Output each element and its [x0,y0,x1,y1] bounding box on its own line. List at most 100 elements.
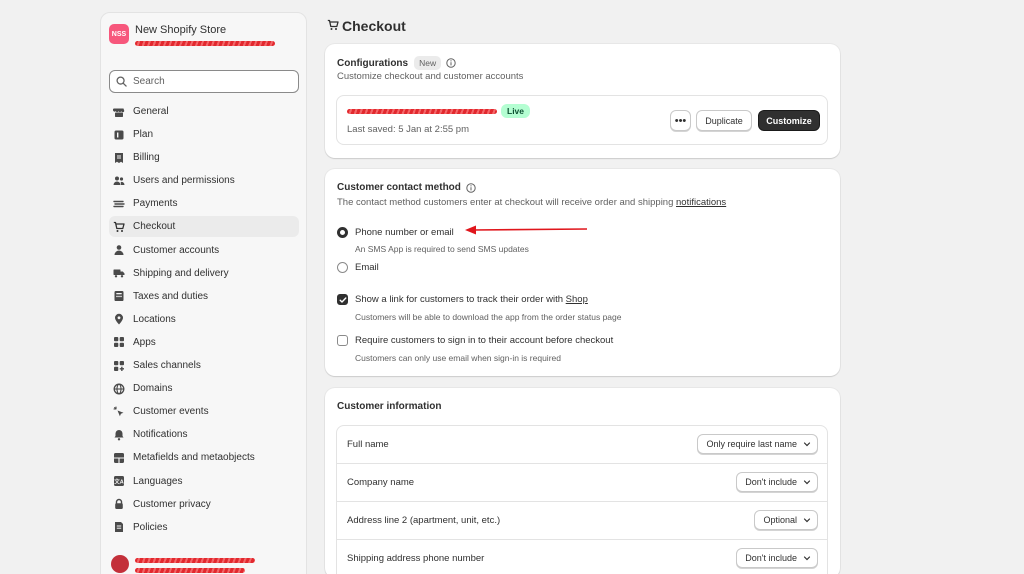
configurations-subtitle: Customize checkout and customer accounts [337,71,524,82]
more-actions-button[interactable]: ••• [670,110,691,131]
sidebar-item-label: Notifications [133,429,188,441]
sidebar-item-customer-privacy[interactable]: Customer privacy [109,494,299,515]
sidebar-item-users[interactable]: Users and permissions [109,170,299,191]
sidebar-item-label: Locations [133,313,176,325]
sidebar-item-languages[interactable]: 文A Languages [109,471,299,492]
list-item: Company name Don't include [337,464,827,502]
lock-icon [113,498,125,510]
page-title-text: Checkout [342,18,406,34]
checkbox-track-order-shop[interactable]: Show a link for customers to track their… [337,294,588,305]
sidebar-item-label: Taxes and duties [133,290,209,302]
checkbox-helper-text: Customers will be able to download the a… [355,312,622,322]
page-title: Checkout [327,18,406,34]
description-text: The contact method customers enter at ch… [337,197,677,208]
address-line-2-select[interactable]: Optional [754,510,818,530]
store-icon [113,106,125,118]
settings-search[interactable] [109,70,299,93]
radio-button[interactable] [337,262,348,273]
store-badge: NSS [109,24,129,44]
sidebar-item-label: Domains [133,383,173,395]
shipping-phone-select[interactable]: Don't include [736,548,818,568]
sidebar-item-domains[interactable]: Domains [109,378,299,399]
info-icon[interactable] [466,182,476,193]
customer-information-card: Customer information Full name Only requ… [325,388,840,574]
sidebar-item-taxes[interactable]: Taxes and duties [109,286,299,307]
truck-icon [113,267,125,279]
checkbox-label-text: Show a link for customers to track their… [355,294,566,305]
contact-method-title-text: Customer contact method [337,182,461,193]
sidebar-item-label: Billing [133,152,160,164]
sidebar-item-billing[interactable]: Billing [109,147,299,168]
radio-helper-text: An SMS App is required to send SMS updat… [355,244,529,254]
customize-button[interactable]: Customize [758,110,820,131]
sidebar-item-label: Languages [133,475,183,487]
channels-icon [113,360,125,372]
status-badge: Live [501,104,531,118]
sidebar-item-policies[interactable]: Policies [109,517,299,538]
field-label: Full name [347,439,389,450]
sidebar-item-label: Apps [133,336,156,348]
sidebar-item-label: Checkout [133,221,176,233]
person-icon [113,244,125,256]
sidebar-item-label: Users and permissions [133,175,235,187]
cart-icon [113,221,125,233]
sidebar-item-notifications[interactable]: Notifications [109,424,299,445]
sidebar-item-general[interactable]: General [109,101,299,122]
account-menu[interactable] [111,553,270,574]
checkbox[interactable] [337,335,348,346]
annotation-arrow-icon [465,225,588,235]
taxes-icon [113,290,125,302]
configurations-title: Configurations New [337,56,456,70]
radio-button-selected[interactable] [337,227,348,238]
checkmark-icon [339,296,346,303]
select-value: Don't include [745,553,797,563]
chevron-down-icon [803,478,811,486]
sidebar-item-sales-channels[interactable]: Sales channels [109,355,299,376]
sidebar-item-plan[interactable]: Plan [109,124,299,145]
checkbox-require-sign-in[interactable]: Require customers to sign in to their ac… [337,335,613,346]
settings-sidebar: NSS New Shopify Store General Plan Billi… [100,12,307,574]
sidebar-item-payments[interactable]: Payments [109,193,299,214]
duplicate-button[interactable]: Duplicate [696,110,752,131]
select-value: Optional [763,515,797,525]
company-name-select[interactable]: Don't include [736,472,818,492]
settings-nav: General Plan Billing Users and permissio… [109,101,299,540]
radio-phone-or-email[interactable]: Phone number or email [337,227,454,238]
configuration-item: Live Last saved: 5 Jan at 2:55 pm ••• Du… [336,95,828,145]
payments-icon [113,198,125,210]
sidebar-item-shipping[interactable]: Shipping and delivery [109,263,299,284]
sidebar-item-label: Plan [133,129,154,141]
checkbox-checked[interactable] [337,294,348,305]
metafields-icon [113,452,125,464]
list-item: Full name Only require last name [337,426,827,464]
list-item: Address line 2 (apartment, unit, etc.) O… [337,502,827,540]
sidebar-item-label: Sales channels [133,360,201,372]
bell-icon [113,429,125,441]
shop-link[interactable]: Shop [566,294,588,305]
policies-icon [113,521,125,533]
sidebar-item-apps[interactable]: Apps [109,332,299,353]
notifications-link[interactable]: notifications [676,197,726,208]
billing-icon [113,152,125,164]
sidebar-item-label: Metafields and metaobjects [133,452,255,464]
customer-information-title: Customer information [337,401,442,412]
info-icon[interactable] [446,58,456,68]
location-icon [113,313,125,325]
contact-method-card: Customer contact method The contact meth… [325,169,840,376]
store-switcher[interactable]: NSS New Shopify Store [109,24,275,51]
sidebar-item-customer-events[interactable]: Customer events [109,401,299,422]
field-label: Shipping address phone number [347,553,485,564]
redaction-scribble [135,568,245,573]
sidebar-item-checkout[interactable]: Checkout [109,216,299,238]
radio-email[interactable]: Email [337,262,379,273]
cart-icon [327,18,339,34]
chevron-down-icon [803,554,811,562]
contact-method-description: The contact method customers enter at ch… [337,197,726,208]
radio-label: Phone number or email [355,227,454,238]
sidebar-item-locations[interactable]: Locations [109,309,299,330]
sidebar-item-customer-accounts[interactable]: Customer accounts [109,240,299,261]
full-name-select[interactable]: Only require last name [697,434,818,454]
sidebar-item-metafields[interactable]: Metafields and metaobjects [109,447,299,468]
cursor-icon [113,406,125,418]
search-input[interactable] [133,76,293,87]
